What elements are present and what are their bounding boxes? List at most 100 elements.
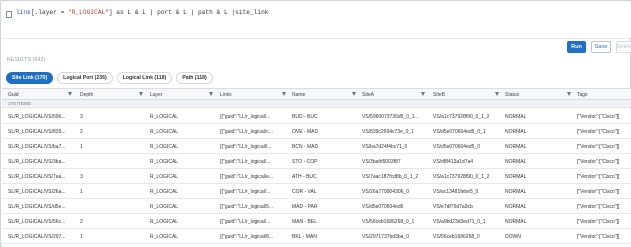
cell-layer: R_LOGICAL [150,143,179,150]
column-header-tags[interactable]: Tags [577,89,631,100]
cell-tags: ["Vendor":["Cisco"]] [577,173,620,180]
cell-guid: SL/R_LOGICAL/VS/596... [8,113,66,120]
filter-icon[interactable] [495,92,499,96]
column-header-depth[interactable]: Depth [80,89,148,100]
tab-logical-link[interactable]: Logical Link (118) [116,72,173,84]
cell-status: NORMAL [505,128,527,135]
query-keyword: link [16,9,31,16]
results-count-label: RESULTS (642) [7,57,46,63]
filter-icon[interactable] [209,92,213,96]
table-header: Guid Depth Layer Links Name SiteA SiteB Status T… [2,89,631,100]
cell-tags: ["Vendor":["Cisco"]] [577,113,620,120]
cell-status: NORMAL [505,113,527,120]
table-row[interactable]: SL/R_LOGICAL/VS/ba7... 1 R_LOGICAL [{"guid"… [2,139,631,154]
cell-name: BKL - MAN [292,233,317,240]
cell-siteb: VS/e7df76d7a9cb [433,203,473,210]
cell-tags: ["Vendor":["Cisco"]] [577,143,620,150]
cell-sitea: VS/5960073736d5_0_1... [362,113,419,120]
cell-links: [{"guid":"LL/r_logical/... [220,188,271,195]
cell-status: DOWN [505,233,521,240]
cell-depth: 2 [80,218,83,225]
cell-name: MAD - PAR [292,203,318,210]
column-header-status[interactable]: Status [505,89,575,100]
query-text[interactable]: link[.layer = "R_LOGICAL"] as L & L | po… [16,9,269,16]
cell-links: [{"guid":"LL/r_logical/e... [220,173,274,180]
cell-depth: 2 [80,128,83,135]
filter-icon[interactable] [68,92,72,96]
query-toolbar: Run Save Delete [2,38,631,55]
cell-depth: 1 [80,233,83,240]
cell-links: [{"guid":"LL/r_logical/... [220,158,271,165]
filter-icon[interactable] [139,92,143,96]
cell-sitea: VS/7aac187fcd8b_0_1_2 [362,173,419,180]
cell-name: MAN - BEL [292,218,318,225]
table-row[interactable]: SL/R_LOGICAL/VS/d5e... R_LOGICAL [{"guid":… [2,199,631,214]
cell-tags: ["Vendor":["Cisco"]] [577,188,620,195]
cell-sitea: VS/56ceb1686268_0_1 [362,218,415,225]
cell-siteb: VS/d5e070604ed5_0 [433,143,480,150]
cell-status: NORMAL [505,188,527,195]
cell-guid: SL/R_LOGICAL/VS/839... [8,128,66,135]
cell-tags: ["Vendor":["Cisco"]] [577,203,620,210]
table-row[interactable]: SL/R_LOGICAL/VS/839... 2 R_LOGICAL [{"guid"… [2,124,631,139]
query-editor[interactable]: link[.layer = "R_LOGICAL"] as L & L | po… [2,2,631,37]
cell-status: NORMAL [505,218,527,225]
table-row[interactable]: SL/R_LOGICAL/VS/26a... 1 R_LOGICAL [{"guid"… [2,184,631,199]
save-button[interactable]: Save [591,41,611,53]
cell-guid: SL/R_LOGICAL/VS/3ba... [8,158,66,165]
tab-site-link[interactable]: Site Link (170) [6,72,54,84]
delete-button[interactable]: Delete [616,41,631,53]
cell-name: COR - VAL [292,188,317,195]
table-row[interactable]: SL/R_LOGICAL/VS/3ba... R_LOGICAL [{"guid":… [2,154,631,169]
cell-siteb: VS/56ceb1686268_0 [433,233,480,240]
items-count-row: 170 ITEMS [2,100,631,108]
cell-guid: SL/R_LOGICAL/VS/d5e... [8,203,66,210]
table-row[interactable]: SL/R_LOGICAL/VS/56c... 2 R_LOGICAL [{"guid"… [2,214,631,229]
cell-tags: ["Vendor":["Cisco"]] [577,218,620,225]
tab-logical-port[interactable]: Logical Port (236) [57,72,113,84]
cell-siteb: VS/ac13481febe5_0 [433,188,479,195]
cell-sitea: VS/2971737bd3ba_0 [362,233,409,240]
cell-sitea: VS/839c2694c73e_0_1 [362,128,414,135]
cell-guid: SL/R_LOGICAL/VS/7aa... [8,173,66,180]
filter-icon[interactable] [421,92,425,96]
document-icon [6,11,12,18]
cell-guid: SL/R_LOGICAL/VS/26a... [8,188,66,195]
cell-links: [{"guid":"LL/r_logical/l... [220,143,272,150]
tab-path[interactable]: Path (118) [176,72,213,84]
cell-tags: ["Vendor":["Cisco"]] [577,233,620,240]
cell-layer: R_LOGICAL [150,188,179,195]
column-header-siteb[interactable]: SiteB [433,89,503,100]
column-header-layer[interactable]: Layer [150,89,218,100]
filter-icon[interactable] [567,92,571,96]
cell-siteb: VS/df8413a1d7a4 [433,158,474,165]
query-filter: [.layer = [30,9,68,16]
cell-guid: SL/R_LOGICAL/VS/56c... [8,218,66,225]
cell-tags: ["Vendor":["Cisco"]] [577,128,620,135]
cell-links: [{"guid":"LL/r_logical/... [220,218,271,225]
result-tabs: Site Link (170) Logical Port (236) Logic… [6,72,213,84]
items-count: 170 ITEMS [8,101,31,106]
cell-name: BCN - MAD [292,143,319,150]
run-button[interactable]: Run [567,41,586,53]
column-header-name[interactable]: Name [292,89,360,100]
cell-links: [{"guid":"LL/r_logical/8... [220,233,274,240]
cell-layer: R_LOGICAL [150,158,179,165]
column-header-links[interactable]: Links [220,89,290,100]
cell-status: NORMAL [505,158,527,165]
cell-guid: SL/R_LOGICAL/VS/297... [8,233,66,240]
cell-siteb: VS/a9bd23d3ed71_0_1 [433,218,486,225]
cell-sitea: VS/d5e070604ed5 [362,203,404,210]
cell-sitea: VS/ba7d24f4bc71_0 [362,143,408,150]
table-row[interactable]: SL/R_LOGICAL/VS/297... 1 R_LOGICAL [{"guid"… [2,229,631,244]
cell-tags: ["Vendor":["Cisco"]] [577,158,620,165]
cell-name: STO - COP [292,158,318,165]
filter-icon[interactable] [282,92,286,96]
filter-icon[interactable] [352,92,356,96]
cell-sitea: VS/3bafd5003f87 [362,158,401,165]
table-row[interactable]: SL/R_LOGICAL/VS/7aa... 3 R_LOGICAL [{"guid"… [2,169,631,184]
table-row[interactable]: SL/R_LOGICAL/VS/596... 3 R_LOGICAL [{"guid"… [2,109,631,124]
cell-depth: 1 [80,143,83,150]
cell-status: NORMAL [505,143,527,150]
cell-guid: SL/R_LOGICAL/VS/ba7... [8,143,66,150]
